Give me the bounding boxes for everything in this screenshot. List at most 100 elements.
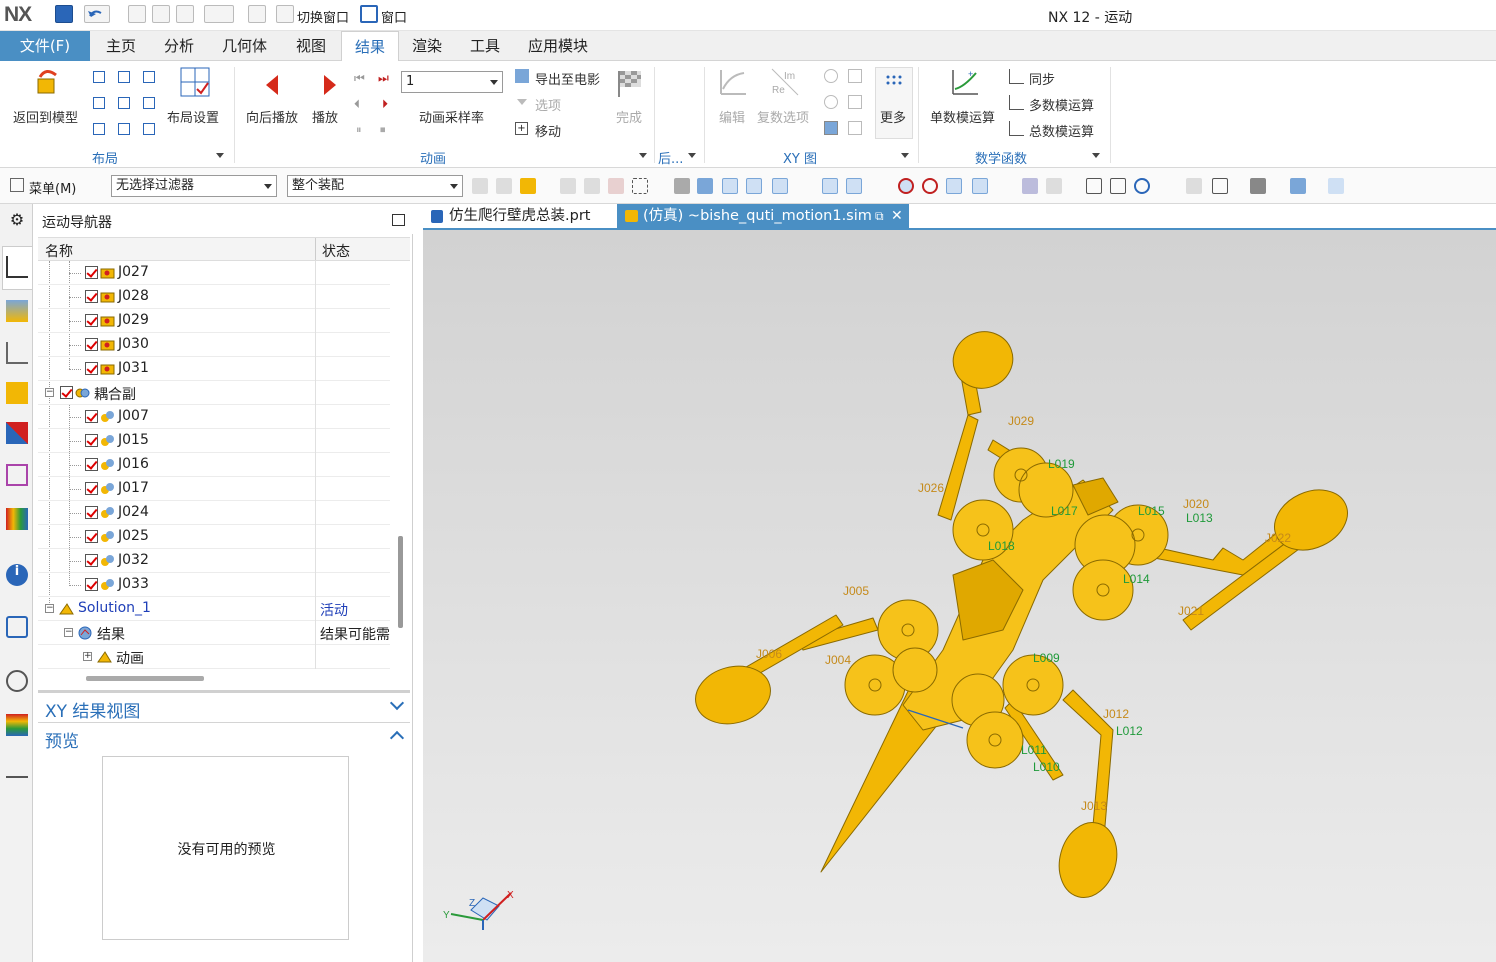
collapse-icon[interactable]: −	[45, 388, 54, 397]
finish-button[interactable]: 完成	[616, 107, 642, 126]
layout-9-icon[interactable]	[143, 123, 155, 135]
xy-tool1-icon[interactable]	[824, 69, 838, 83]
tree-row-coupler[interactable]: − 耦合副	[38, 381, 390, 405]
tree-row-animation[interactable]: + 动画	[38, 645, 390, 669]
snap-tool-icon[interactable]	[472, 178, 488, 194]
complex-options-icon[interactable]: Im Re	[770, 67, 800, 97]
tree-row-j027[interactable]: J027	[38, 261, 390, 285]
xy-tool3-icon[interactable]	[824, 95, 838, 109]
chevron-up-icon[interactable]	[389, 730, 405, 746]
body-filter-icon[interactable]	[697, 178, 713, 194]
motion-navigator-icon[interactable]	[6, 256, 28, 278]
tab-assembly-prt[interactable]: 仿生爬行壁虎总装.prt	[423, 204, 615, 230]
line-snap-icon[interactable]	[746, 178, 762, 194]
chevron-down-icon[interactable]	[389, 695, 405, 711]
orient-view-icon[interactable]	[1290, 178, 1306, 194]
more-grid-icon[interactable]	[884, 73, 904, 93]
graphics-viewport[interactable]: J029 J026 J005 J006 J004 J020 J022 J021 …	[423, 230, 1496, 962]
j029-checkbox[interactable]	[85, 314, 98, 327]
assembly-navigator-icon[interactable]	[6, 300, 28, 322]
fit-view-icon[interactable]	[1086, 178, 1102, 194]
circle-snap-icon[interactable]	[922, 178, 938, 194]
tree-row-j033[interactable]: J033	[38, 573, 390, 597]
tree-row-solution[interactable]: − Solution_1 活动	[38, 597, 390, 621]
pan-icon[interactable]	[1160, 178, 1176, 194]
group-xy-dropdown-icon[interactable]	[901, 153, 909, 158]
tab-geometry[interactable]: 几何体	[212, 31, 277, 61]
move-button[interactable]: 移动	[535, 121, 561, 140]
total-math-button[interactable]: 总数模运算	[1029, 121, 1094, 140]
tree-row-results[interactable]: − 结果 结果可能需	[38, 621, 390, 645]
switch-window-button[interactable]: 切换窗口	[297, 7, 349, 26]
tab-motion-sim[interactable]: (仿真) ~bishe_quti_motion1.sim ⧉ ✕	[617, 204, 909, 230]
rect-select-icon[interactable]	[632, 178, 648, 194]
select-tool-icon[interactable]	[520, 178, 536, 194]
group-math-dropdown-icon[interactable]	[1092, 153, 1100, 158]
pause-icon[interactable]: ⏸	[356, 123, 362, 137]
xy-tool6-icon[interactable]	[848, 121, 862, 135]
system-scene-icon[interactable]	[6, 756, 28, 778]
eraser-icon[interactable]	[248, 5, 266, 23]
export-movie-icon[interactable]	[515, 69, 529, 83]
save-icon[interactable]	[55, 5, 73, 23]
tab-view[interactable]: 视图	[286, 31, 336, 61]
center-snap-icon[interactable]	[898, 178, 914, 194]
preview-section[interactable]: 预览	[38, 722, 410, 752]
j017-checkbox[interactable]	[85, 482, 98, 495]
collapse-icon[interactable]: −	[45, 604, 54, 613]
play-backward-button[interactable]: 向后播放	[246, 107, 298, 126]
tab-render[interactable]: 渲染	[402, 31, 452, 61]
step-forward-icon[interactable]: ⏭	[378, 71, 389, 86]
layout-6-icon[interactable]	[143, 97, 155, 109]
view-layout-icon[interactable]	[1212, 178, 1228, 194]
stop-icon[interactable]: ⏹	[380, 123, 386, 137]
export-movie-button[interactable]: 导出至电影	[535, 69, 600, 88]
layout-settings-icon[interactable]	[180, 67, 210, 97]
multi-math-icon[interactable]	[1009, 95, 1024, 110]
tab-analysis[interactable]: 分析	[154, 31, 204, 61]
flag-icon[interactable]	[204, 5, 234, 23]
layout-v2-icon[interactable]	[93, 97, 105, 109]
tree-row-j031[interactable]: J031	[38, 357, 390, 381]
col-status-header[interactable]: 状态	[322, 241, 350, 261]
j031-checkbox[interactable]	[85, 362, 98, 375]
j025-checkbox[interactable]	[85, 530, 98, 543]
xy-results-section[interactable]: XY 结果视图	[38, 690, 410, 722]
render-style-icon[interactable]	[1250, 178, 1266, 194]
layout-3-icon[interactable]	[118, 97, 130, 109]
layout-h3-icon[interactable]	[93, 123, 105, 135]
single-math-icon[interactable]: +	[950, 67, 980, 97]
face-snap-icon[interactable]	[996, 178, 1012, 194]
layout-single-icon[interactable]	[93, 71, 105, 83]
tree-horizontal-scrollbar[interactable]	[86, 676, 204, 681]
select-tool3-icon[interactable]	[584, 178, 600, 194]
layout-grid-icon[interactable]	[143, 71, 155, 83]
group-post-dropdown-icon[interactable]	[688, 153, 696, 158]
snap-tool2-icon[interactable]	[496, 178, 512, 194]
tab-results[interactable]: 结果	[341, 31, 399, 61]
copy-icon[interactable]	[152, 5, 170, 23]
group-layout-dropdown-icon[interactable]	[216, 153, 224, 158]
layout-h2-icon[interactable]	[118, 71, 130, 83]
tab-tools[interactable]: 工具	[460, 31, 510, 61]
complex-options-button[interactable]: 复数选项	[757, 107, 809, 126]
j007-checkbox[interactable]	[85, 410, 98, 423]
step-back-icon[interactable]: ⏮	[354, 71, 365, 86]
play-icon[interactable]	[316, 71, 346, 101]
curve-snap-icon[interactable]	[796, 178, 812, 194]
prev-frame-icon[interactable]: ⏴	[354, 97, 360, 112]
undo-icon[interactable]	[84, 5, 110, 23]
tree-row-j029[interactable]: J029	[38, 309, 390, 333]
menu-button[interactable]: 菜单(M)	[29, 178, 76, 197]
next-frame-icon[interactable]: ⏵	[382, 97, 388, 112]
j024-checkbox[interactable]	[85, 506, 98, 519]
sync-icon[interactable]	[1009, 69, 1024, 84]
return-to-model-icon[interactable]	[32, 67, 62, 97]
layer-icon[interactable]	[1022, 178, 1038, 194]
total-math-icon[interactable]	[1009, 121, 1024, 136]
roles-icon[interactable]	[6, 714, 28, 736]
hd3d-icon[interactable]	[6, 464, 28, 486]
xy-tool5-icon[interactable]	[824, 121, 838, 135]
display-icon[interactable]	[1328, 178, 1344, 194]
window-menu-button[interactable]: 窗口	[381, 7, 407, 26]
